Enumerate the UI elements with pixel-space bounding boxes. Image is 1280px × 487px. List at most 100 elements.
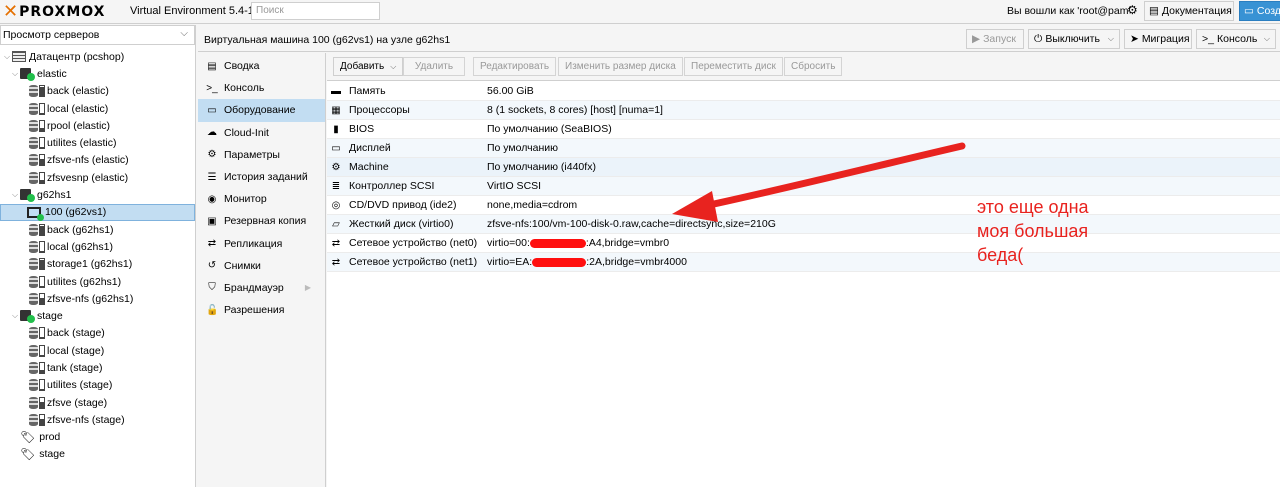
hardware-name: Жесткий диск (virtio0) [349, 218, 454, 230]
hardware-value: По умолчанию (i440fx) [487, 161, 596, 173]
play-icon: ▶ [972, 33, 981, 45]
hardware-row[interactable]: ▮ BIOS По умолчанию (SeaBIOS) [327, 120, 1280, 139]
expand-toggle-icon[interactable]: ⌵ [10, 69, 20, 79]
hardware-row[interactable]: ▬ Память 56.00 GiB [327, 82, 1280, 101]
expand-toggle-icon[interactable]: ⌵ [2, 52, 12, 62]
tree-item[interactable]: ⌵ elastic [0, 65, 195, 82]
tree-item[interactable]: zfsve-nfs (elastic) [0, 152, 195, 169]
tree-item[interactable]: back (elastic) [0, 83, 195, 100]
hardware-value: zfsve-nfs:100/vm-100-disk-0.raw,cache=di… [487, 218, 776, 230]
hardware-value: virtio=EA::2A,bridge=vmbr4000 [487, 256, 687, 268]
resize-disk-button[interactable]: Изменить размер диска [558, 57, 683, 76]
node-online-icon [20, 189, 35, 203]
documentation-button[interactable]: ▤ Документация [1144, 1, 1234, 21]
tree-item[interactable]: zfsvesnp (elastic) [0, 169, 195, 186]
move-disk-button[interactable]: Переместить диск [684, 57, 783, 76]
hardware-name: Сетевое устройство (net0) [349, 237, 478, 249]
list-icon: ☰ [207, 171, 217, 183]
tree-item-label: local (g62hs1) [47, 240, 113, 253]
tree-item[interactable]: zfsve (stage) [0, 394, 195, 411]
tree-item[interactable]: local (stage) [0, 342, 195, 359]
nav-item[interactable]: ▭ Оборудование [198, 99, 325, 122]
tree-item[interactable]: storage1 (g62hs1) [0, 256, 195, 273]
add-label: Добавить [340, 61, 385, 72]
storage-icon [29, 154, 38, 167]
nav-item[interactable]: ▣ Резервная копия [198, 210, 325, 232]
shutdown-button[interactable]: ⏻ Выключить ⌵ [1028, 29, 1120, 49]
tree-item[interactable]: 100 (g62vs1) [0, 203, 195, 221]
tree-item[interactable]: back (g62hs1) [0, 221, 195, 238]
tree-item[interactable]: local (elastic) [0, 100, 195, 117]
start-button[interactable]: ▶ Запуск [966, 29, 1024, 49]
nav-item[interactable]: ⛉ Брандмауэр ▶ [198, 277, 325, 299]
edit-button[interactable]: Редактировать [473, 57, 557, 76]
view-select[interactable]: Просмотр серверов ⌵ [0, 25, 195, 45]
revert-button[interactable]: Сбросить [784, 57, 843, 76]
hardware-value: 8 (1 sockets, 8 cores) [host] [numa=1] [487, 104, 663, 116]
remove-button[interactable]: Удалить [403, 57, 465, 76]
tree-item[interactable]: utilites (stage) [0, 377, 195, 394]
nav-item-label: Разрешения [224, 304, 285, 317]
storage-icon [29, 258, 38, 271]
tree-item-label: zfsve-nfs (g62hs1) [47, 292, 134, 305]
gear-icon: ⚙ [207, 149, 217, 161]
tree-item[interactable]: ⌵ g62hs1 [0, 186, 195, 203]
tree-item[interactable]: zfsve-nfs (g62hs1) [0, 290, 195, 307]
storage-usage-bar [39, 292, 45, 305]
tree-item-label: zfsve-nfs (stage) [47, 413, 125, 426]
user-gear-icon[interactable]: ⚙ [1127, 3, 1138, 17]
paper-plane-icon: ➤ [1130, 33, 1139, 45]
migrate-label: Миграция [1141, 33, 1190, 45]
nav-item[interactable]: ◉ Монитор [198, 188, 325, 210]
nav-item[interactable]: ▤ Сводка [198, 55, 325, 77]
chevron-down-icon[interactable]: ⌵ [1108, 34, 1114, 44]
tree-item-label: local (stage) [47, 344, 105, 357]
expand-toggle-icon[interactable]: ⌵ [10, 190, 20, 200]
tree-item[interactable]: local (g62hs1) [0, 238, 195, 255]
tree-item[interactable]: ⌵ stage [0, 307, 195, 324]
tree-item-label: local (elastic) [47, 102, 109, 115]
console-button[interactable]: >_ Консоль ⌵ [1196, 29, 1276, 49]
shutdown-label: Выключить [1045, 33, 1100, 45]
tree-item[interactable]: utilites (elastic) [0, 134, 195, 151]
proxmox-logo[interactable]: ✕ PROXMOX [3, 2, 105, 22]
hardware-name: Machine [349, 161, 389, 173]
tree-item[interactable]: 🏷 stage [0, 446, 195, 463]
hardware-row[interactable]: ≣ Контроллер SCSI VirtIO SCSI [327, 177, 1280, 196]
eye-icon: ◉ [207, 193, 217, 205]
hardware-panel: Добавить ⌵ Удалить Редактировать Изменит… [327, 53, 1280, 487]
nav-item[interactable]: 🔓 Разрешения [198, 299, 325, 321]
tree-item[interactable]: utilites (g62hs1) [0, 273, 195, 290]
create-vm-button[interactable]: ▭ Созд [1239, 1, 1280, 21]
hardware-row[interactable]: ▦ Процессоры 8 (1 sockets, 8 cores) [host]… [327, 101, 1280, 120]
cogs-icon: ⚙ [331, 161, 341, 173]
expand-toggle-icon[interactable]: ⌵ [10, 311, 20, 321]
nav-item[interactable]: ☰ История заданий [198, 166, 325, 188]
nav-item[interactable]: >_ Консоль [198, 77, 325, 99]
tree-item[interactable]: back (stage) [0, 325, 195, 342]
view-select-value: Просмотр серверов [3, 29, 100, 41]
chevron-down-icon[interactable]: ⌵ [1264, 34, 1270, 44]
add-button[interactable]: Добавить ⌵ [333, 57, 404, 76]
floppy-icon: ▣ [207, 215, 217, 227]
migrate-button[interactable]: ➤ Миграция [1124, 29, 1192, 49]
nav-item[interactable]: ⚙ Параметры [198, 144, 325, 166]
nav-item-label: Cloud-Init [224, 126, 269, 139]
nav-item-label: Оборудование [224, 104, 296, 117]
nav-item[interactable]: ⇄ Репликация [198, 233, 325, 255]
hardware-value: none,media=cdrom [487, 199, 578, 211]
hardware-row[interactable]: ⚙ Machine По умолчанию (i440fx) [327, 158, 1280, 177]
hardware-row[interactable]: ▭ Дисплей По умолчанию [327, 139, 1280, 158]
tree-item[interactable]: zfsve-nfs (stage) [0, 411, 195, 428]
tree-item[interactable]: ⌵ Датацентр (pcshop) [0, 48, 195, 65]
nav-item-label: Репликация [224, 237, 283, 250]
tree-item[interactable]: 🏷 prod [0, 429, 195, 446]
nav-item[interactable]: ↺ Снимки [198, 255, 325, 277]
tree-item[interactable]: rpool (elastic) [0, 117, 195, 134]
tree-item[interactable]: tank (stage) [0, 359, 195, 376]
desktop-icon: ▭ [207, 104, 217, 116]
search-input[interactable]: Поиск [251, 2, 380, 20]
tree-item-label: tank (stage) [47, 361, 103, 374]
vm-config-nav: ▤ Сводка >_ Консоль ▭ Оборудование ☁ Cloud-Init… [198, 53, 326, 487]
nav-item[interactable]: ☁ Cloud-Init [198, 122, 325, 144]
